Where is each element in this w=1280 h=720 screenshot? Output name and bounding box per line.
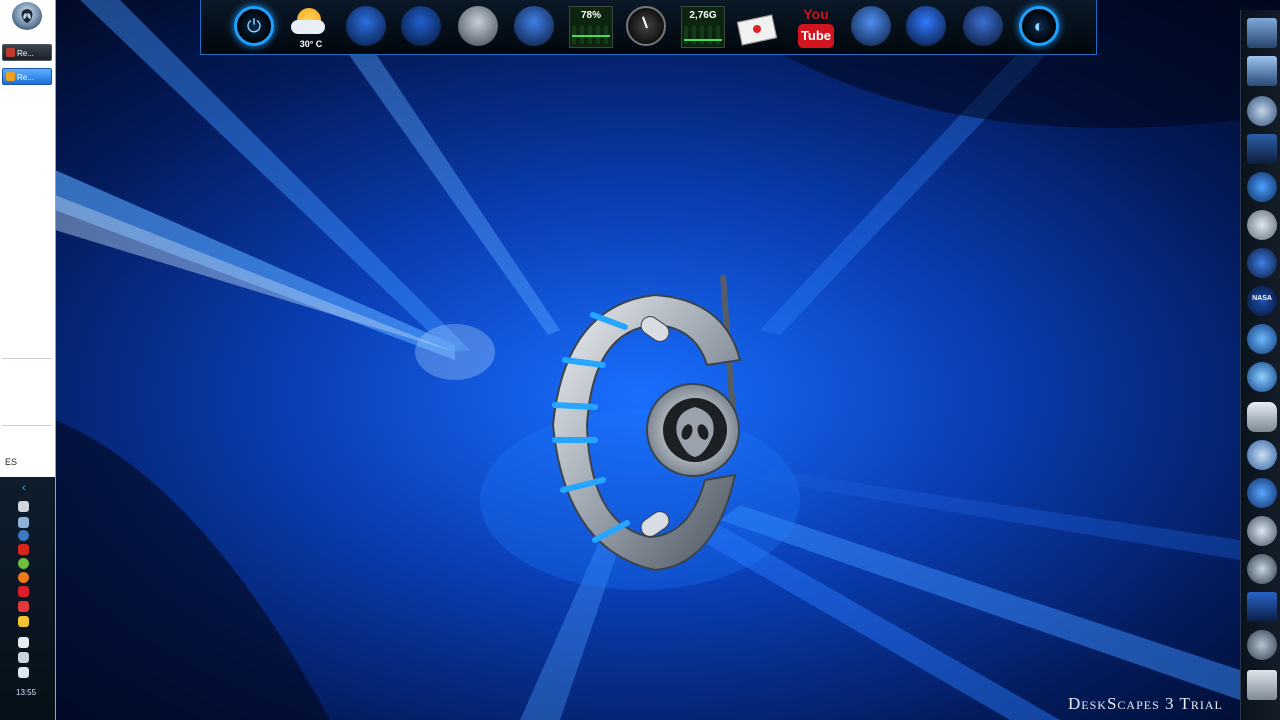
network-globe-icon[interactable] (458, 6, 498, 46)
battery-tray-icon[interactable] (18, 637, 29, 648)
eject-icon[interactable] (1247, 248, 1277, 278)
top-dock: ⏻ 30° C 78% 2,76G You Tube ◐ (200, 0, 1097, 55)
mail-icon[interactable] (736, 10, 778, 46)
right-dock: NASA (1240, 10, 1280, 720)
sphere-icon[interactable] (1247, 554, 1277, 584)
desktop-icon[interactable] (1247, 56, 1277, 86)
start-button[interactable] (12, 2, 42, 30)
planet-icon[interactable] (1247, 362, 1277, 392)
taskbar-divider (2, 358, 52, 359)
cloud-icon (291, 20, 325, 34)
recycle-bin-icon[interactable] (963, 6, 1003, 46)
shutdown-button[interactable]: ◐ (1019, 6, 1059, 46)
memory-graph-line (684, 39, 722, 41)
taskbar-item-label: Re... (17, 49, 34, 58)
antivirus-tray-icon[interactable] (18, 544, 29, 555)
power-icon: ⏻ (246, 16, 262, 36)
earth-icon[interactable] (1247, 324, 1277, 354)
trash-icon[interactable] (1247, 670, 1277, 700)
analog-clock-gadget[interactable] (626, 6, 666, 46)
power-button[interactable]: ⏻ (234, 6, 274, 46)
globe-icon[interactable] (1247, 478, 1277, 508)
memory-meter-gadget[interactable]: 2,76G (681, 6, 725, 48)
alien-logo-icon (21, 9, 33, 23)
clock-hand (641, 16, 648, 29)
webcam-icon[interactable] (1247, 516, 1277, 546)
alienware-logo-icon[interactable] (514, 6, 554, 46)
messenger-icon[interactable] (1247, 172, 1277, 202)
show-hidden-icons-chevron-icon[interactable]: ‹ (22, 482, 26, 494)
alien-tray-icon[interactable] (18, 501, 29, 512)
pen-tool-icon[interactable] (1247, 630, 1277, 660)
taskbar-clock[interactable]: 13:55 (16, 688, 36, 697)
nasa-label: NASA (1252, 295, 1272, 302)
cpu-meter-gadget[interactable]: 78% (569, 6, 613, 48)
user-icon[interactable] (1247, 96, 1277, 126)
rocket-icon[interactable] (1247, 402, 1277, 432)
camera-icon[interactable] (1247, 134, 1277, 164)
mail-seal-icon (753, 25, 761, 33)
media-player-icon (6, 72, 15, 81)
volume-tray-icon[interactable] (18, 667, 29, 678)
dell-logo-icon[interactable] (1247, 592, 1277, 622)
weather-temperature: 30° C (299, 39, 323, 49)
adobe-tray-icon[interactable] (18, 586, 29, 597)
deskscapes-watermark: DeskScapes 3 Trial (1068, 694, 1223, 713)
memory-usage-value: 2,76G (689, 10, 717, 21)
system-tray: ‹ 13:55 (0, 477, 55, 720)
computer-icon[interactable] (401, 6, 441, 46)
youtube-label-top: You (803, 6, 829, 22)
folder-tray-icon[interactable] (18, 616, 29, 627)
app-icon (6, 48, 15, 57)
media-player-icon[interactable] (851, 6, 891, 46)
window-switcher-icon[interactable] (1247, 18, 1277, 48)
memory-graph (684, 26, 722, 44)
taskbar-divider (2, 425, 52, 426)
user-folder-icon[interactable] (346, 6, 386, 46)
taskbar-item-2[interactable]: Re... (2, 68, 52, 85)
nasa-icon[interactable]: NASA (1247, 286, 1277, 316)
network-tray-icon[interactable] (18, 517, 29, 528)
youtube-icon[interactable]: You Tube (796, 6, 836, 50)
android-tray-icon[interactable] (18, 558, 29, 569)
taskbar-item-label: Re... (17, 73, 34, 82)
restart-icon: ◐ (1033, 16, 1045, 36)
flag-tray-icon[interactable] (18, 601, 29, 612)
language-indicator[interactable]: ES (5, 457, 17, 467)
alien-figure-icon[interactable] (1247, 210, 1277, 240)
alien-dock-object (551, 274, 742, 572)
cpu-usage-value: 78% (580, 10, 601, 21)
left-taskbar: Re... Re... ES ‹ 13:55 (0, 0, 56, 720)
satellite-icon[interactable] (1247, 440, 1277, 470)
globe-tray-icon[interactable] (18, 530, 29, 541)
network-status-tray-icon[interactable] (18, 652, 29, 663)
youtube-label-bottom: Tube (798, 24, 834, 48)
phone-icon[interactable] (906, 6, 946, 46)
orange-tray-icon[interactable] (18, 572, 29, 583)
taskbar-item-1[interactable]: Re... (2, 44, 52, 61)
cpu-graph-line (572, 35, 610, 37)
weather-gadget[interactable]: 30° C (291, 6, 331, 49)
